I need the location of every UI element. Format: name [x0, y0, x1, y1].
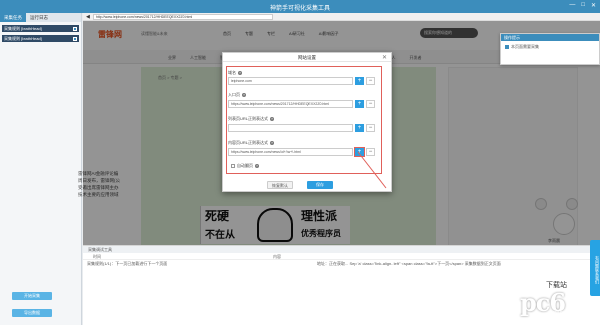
hint-item[interactable]: 本页面需要采集 — [501, 41, 599, 53]
hint-item-label: 本页面需要采集 — [511, 44, 539, 49]
hint-panel-title: 操作提示 — [501, 34, 599, 41]
contact-us-tab[interactable]: 有问题联系我们 — [590, 240, 600, 296]
watermark-url: www.pc6.com — [548, 310, 579, 316]
hint-panel: 操作提示 本页面需要采集 — [500, 33, 600, 65]
checkbox-icon[interactable] — [505, 45, 509, 49]
